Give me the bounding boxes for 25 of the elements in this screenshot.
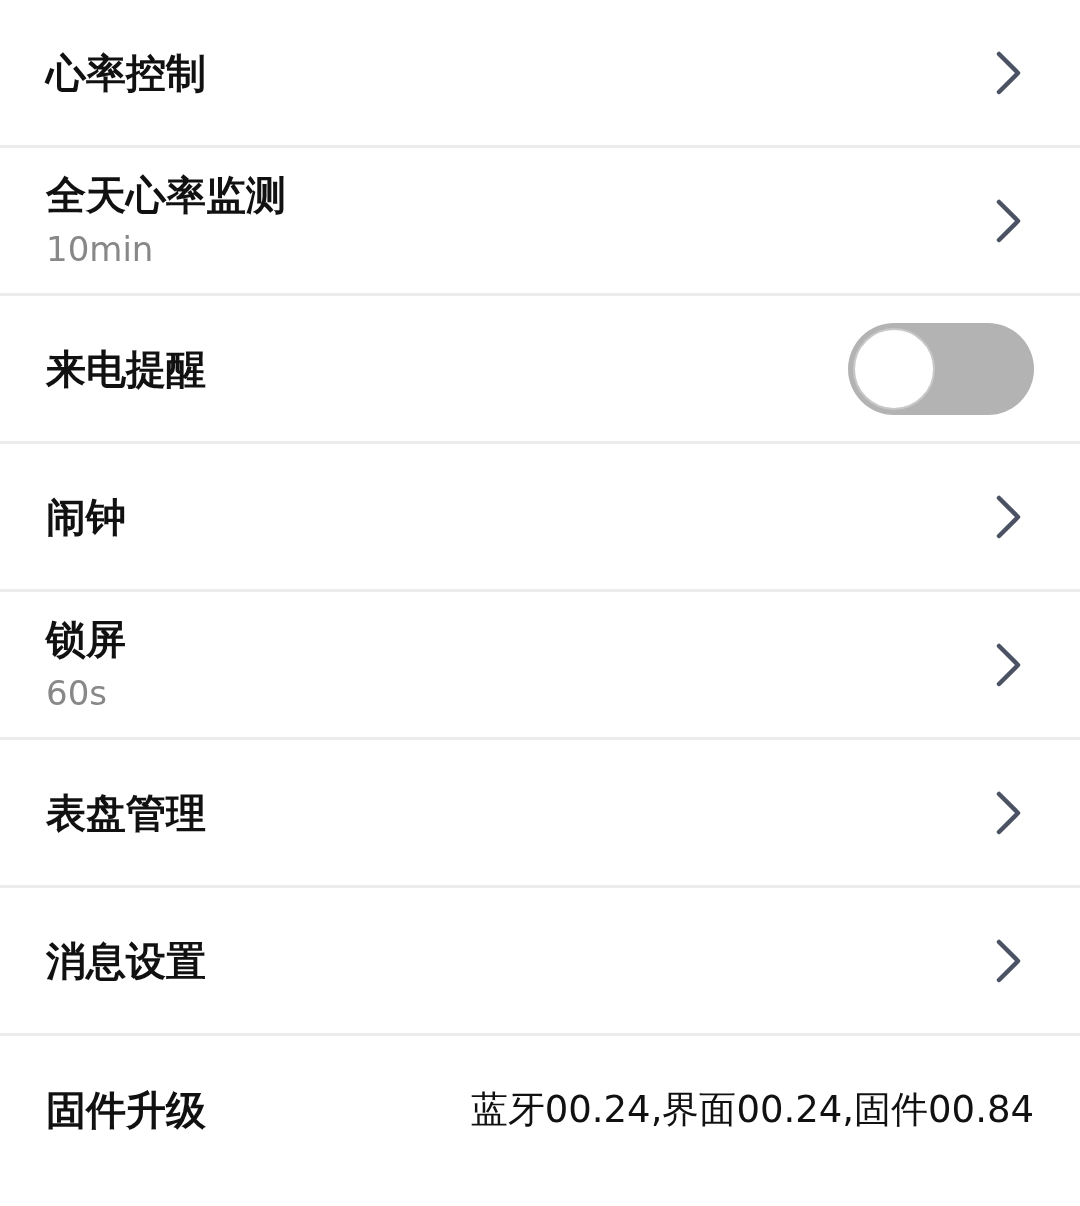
setting-title: 锁屏 [46,615,126,664]
settings-row[interactable]: 全天心率监测 10min [0,148,1080,296]
settings-row[interactable]: 锁屏 60s [0,592,1080,740]
settings-row[interactable]: 心率控制 [0,0,1080,148]
chevron-right-icon [996,790,1022,835]
setting-title: 全天心率监测 [46,171,286,220]
settings-row[interactable]: 固件升级 蓝牙00.24,界面00.24,固件00.84 [0,1036,1080,1184]
chevron-right-icon [996,50,1022,95]
settings-row[interactable]: 表盘管理 [0,740,1080,888]
settings-row[interactable]: 来电提醒 [0,296,1080,444]
chevron-right-icon [996,642,1022,687]
chevron-right-icon [996,938,1022,983]
setting-title: 表盘管理 [46,788,206,837]
settings-row[interactable]: 消息设置 [0,888,1080,1036]
setting-title: 消息设置 [46,936,206,985]
setting-value: 60s [46,673,108,714]
chevron-right-icon [996,198,1022,243]
chevron-right-icon [996,494,1022,539]
firmware-version: 蓝牙00.24,界面00.24,固件00.84 [470,1087,1034,1134]
setting-title: 来电提醒 [46,344,206,393]
settings-row[interactable]: 闹钟 [0,444,1080,592]
setting-title: 闹钟 [46,492,126,541]
setting-value: 10min [46,229,155,270]
setting-title: 心率控制 [46,48,206,97]
setting-title: 固件升级 [46,1086,206,1134]
